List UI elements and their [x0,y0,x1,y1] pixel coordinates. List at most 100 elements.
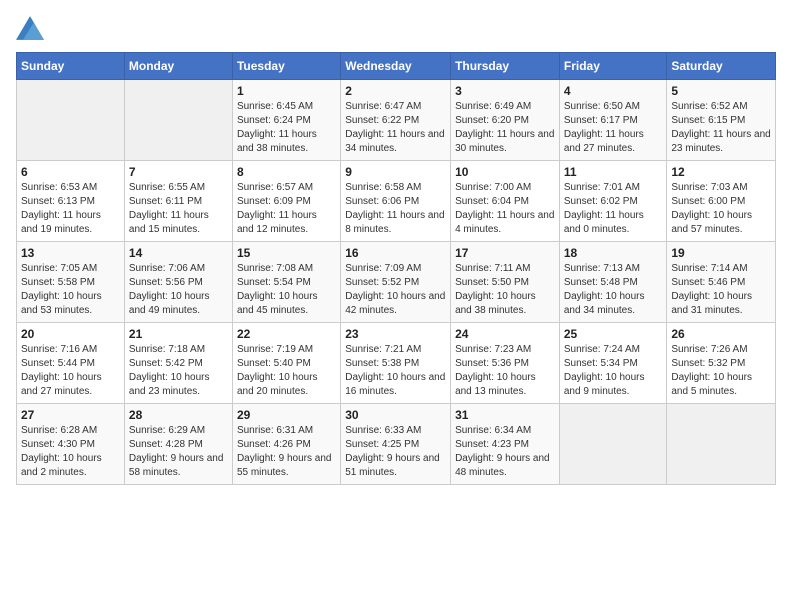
calendar-day-cell: 17 Sunrise: 7:11 AMSunset: 5:50 PMDayligh… [451,242,560,323]
calendar-day-cell: 3 Sunrise: 6:49 AMSunset: 6:20 PMDaylight… [451,80,560,161]
day-info: Sunrise: 6:52 AMSunset: 6:15 PMDaylight:… [671,100,771,156]
day-number: 25 [564,327,663,341]
day-info: Sunrise: 7:09 AMSunset: 5:52 PMDaylight:… [345,262,446,318]
day-number: 20 [21,327,120,341]
calendar-day-cell: 10Sunrise: 7:00 AMSunset: 6:04 PMDayligh… [451,161,560,242]
day-number: 24 [455,327,555,341]
day-info: Sunrise: 7:05 AMSunset: 5:58 PMDaylight:… [21,262,120,318]
day-info: Sunrise: 6:47 AMSunset: 6:22 PMDaylight:… [345,100,446,156]
day-info: Sunrise: 6:53 AMSunset: 6:13 PMDaylight:… [21,181,120,237]
day-info: Sunrise: 7:19 AMSunset: 5:40 PMDaylight:… [237,343,336,399]
day-number: 11 [564,165,663,179]
weekday-header-sunday: Sunday [17,53,125,80]
calendar-day-cell [124,80,232,161]
day-number: 19 [671,246,771,260]
day-number: 10 [455,165,555,179]
day-info: Sunrise: 7:21 AMSunset: 5:38 PMDaylight:… [345,343,446,399]
day-info: Sunrise: 6:31 AMSunset: 4:26 PMDaylight:… [237,424,336,480]
day-info: Sunrise: 7:26 AMSunset: 5:32 PMDaylight:… [671,343,771,399]
day-info: Sunrise: 6:58 AMSunset: 6:06 PMDaylight:… [345,181,446,237]
calendar-day-cell: 5 Sunrise: 6:52 AMSunset: 6:15 PMDaylight… [667,80,776,161]
calendar-day-cell [17,80,125,161]
day-number: 1 [237,84,336,98]
day-info: Sunrise: 6:45 AMSunset: 6:24 PMDaylight:… [237,100,336,156]
calendar-day-cell: 28 Sunrise: 6:29 AMSunset: 4:28 PMDayligh… [124,404,232,485]
weekday-header-tuesday: Tuesday [232,53,340,80]
day-info: Sunrise: 7:01 AMSunset: 6:02 PMDaylight:… [564,181,663,237]
day-info: Sunrise: 6:57 AMSunset: 6:09 PMDaylight:… [237,181,336,237]
day-info: Sunrise: 6:55 AMSunset: 6:11 PMDaylight:… [129,181,228,237]
day-info: Sunrise: 7:23 AMSunset: 5:36 PMDaylight:… [455,343,555,399]
day-info: Sunrise: 7:03 AMSunset: 6:00 PMDaylight:… [671,181,771,237]
day-number: 6 [21,165,120,179]
day-number: 12 [671,165,771,179]
day-number: 13 [21,246,120,260]
day-info: Sunrise: 7:08 AMSunset: 5:54 PMDaylight:… [237,262,336,318]
calendar-day-cell: 4Sunrise: 6:50 AMSunset: 6:17 PMDaylight… [559,80,667,161]
day-info: Sunrise: 7:18 AMSunset: 5:42 PMDaylight:… [129,343,228,399]
day-number: 16 [345,246,446,260]
calendar-day-cell [667,404,776,485]
weekday-header-row: SundayMondayTuesdayWednesdayThursdayFrid… [17,53,776,80]
day-number: 17 [455,246,555,260]
weekday-header-friday: Friday [559,53,667,80]
logo-icon [16,16,44,40]
day-info: Sunrise: 7:24 AMSunset: 5:34 PMDaylight:… [564,343,663,399]
weekday-header-thursday: Thursday [451,53,560,80]
day-number: 18 [564,246,663,260]
calendar-day-cell: 14 Sunrise: 7:06 AMSunset: 5:56 PMDayligh… [124,242,232,323]
calendar-day-cell: 15 Sunrise: 7:08 AMSunset: 5:54 PMDayligh… [232,242,340,323]
calendar-day-cell: 9 Sunrise: 6:58 AMSunset: 6:06 PMDaylight… [341,161,451,242]
calendar-week-row: 27 Sunrise: 6:28 AMSunset: 4:30 PMDayligh… [17,404,776,485]
calendar-day-cell: 22 Sunrise: 7:19 AMSunset: 5:40 PMDayligh… [232,323,340,404]
calendar-day-cell: 20 Sunrise: 7:16 AMSunset: 5:44 PMDayligh… [17,323,125,404]
calendar-day-cell: 7 Sunrise: 6:55 AMSunset: 6:11 PMDaylight… [124,161,232,242]
calendar-table: SundayMondayTuesdayWednesdayThursdayFrid… [16,52,776,485]
calendar-day-cell: 19Sunrise: 7:14 AMSunset: 5:46 PMDayligh… [667,242,776,323]
day-number: 4 [564,84,663,98]
day-info: Sunrise: 7:13 AMSunset: 5:48 PMDaylight:… [564,262,663,318]
day-number: 31 [455,408,555,422]
day-number: 28 [129,408,228,422]
day-number: 7 [129,165,228,179]
day-info: Sunrise: 7:06 AMSunset: 5:56 PMDaylight:… [129,262,228,318]
day-number: 14 [129,246,228,260]
day-info: Sunrise: 7:11 AMSunset: 5:50 PMDaylight:… [455,262,555,318]
day-info: Sunrise: 7:16 AMSunset: 5:44 PMDaylight:… [21,343,120,399]
day-number: 29 [237,408,336,422]
calendar-day-cell: 25 Sunrise: 7:24 AMSunset: 5:34 PMDayligh… [559,323,667,404]
day-number: 23 [345,327,446,341]
day-info: Sunrise: 6:34 AMSunset: 4:23 PMDaylight:… [455,424,555,480]
calendar-week-row: 20 Sunrise: 7:16 AMSunset: 5:44 PMDayligh… [17,323,776,404]
header [16,16,776,40]
calendar-day-cell: 18 Sunrise: 7:13 AMSunset: 5:48 PMDayligh… [559,242,667,323]
calendar-day-cell: 21 Sunrise: 7:18 AMSunset: 5:42 PMDayligh… [124,323,232,404]
weekday-header-saturday: Saturday [667,53,776,80]
day-number: 22 [237,327,336,341]
calendar-day-cell: 2Sunrise: 6:47 AMSunset: 6:22 PMDaylight… [341,80,451,161]
day-info: Sunrise: 6:28 AMSunset: 4:30 PMDaylight:… [21,424,120,480]
calendar-day-cell: 11 Sunrise: 7:01 AMSunset: 6:02 PMDayligh… [559,161,667,242]
day-number: 9 [345,165,446,179]
day-info: Sunrise: 6:49 AMSunset: 6:20 PMDaylight:… [455,100,555,156]
day-number: 15 [237,246,336,260]
calendar-day-cell: 30Sunrise: 6:33 AMSunset: 4:25 PMDayligh… [341,404,451,485]
weekday-header-wednesday: Wednesday [341,53,451,80]
day-number: 27 [21,408,120,422]
day-number: 8 [237,165,336,179]
day-number: 5 [671,84,771,98]
calendar-day-cell [559,404,667,485]
calendar-day-cell: 26 Sunrise: 7:26 AMSunset: 5:32 PMDayligh… [667,323,776,404]
day-info: Sunrise: 6:29 AMSunset: 4:28 PMDaylight:… [129,424,228,480]
day-number: 26 [671,327,771,341]
calendar-day-cell: 8 Sunrise: 6:57 AMSunset: 6:09 PMDaylight… [232,161,340,242]
calendar-week-row: 1 Sunrise: 6:45 AMSunset: 6:24 PMDaylight… [17,80,776,161]
calendar-day-cell: 31 Sunrise: 6:34 AMSunset: 4:23 PMDayligh… [451,404,560,485]
calendar-week-row: 6 Sunrise: 6:53 AMSunset: 6:13 PMDaylight… [17,161,776,242]
day-number: 3 [455,84,555,98]
logo [16,16,48,40]
calendar-week-row: 13 Sunrise: 7:05 AMSunset: 5:58 PMDayligh… [17,242,776,323]
day-number: 21 [129,327,228,341]
calendar-day-cell: 1 Sunrise: 6:45 AMSunset: 6:24 PMDaylight… [232,80,340,161]
calendar-day-cell: 27 Sunrise: 6:28 AMSunset: 4:30 PMDayligh… [17,404,125,485]
